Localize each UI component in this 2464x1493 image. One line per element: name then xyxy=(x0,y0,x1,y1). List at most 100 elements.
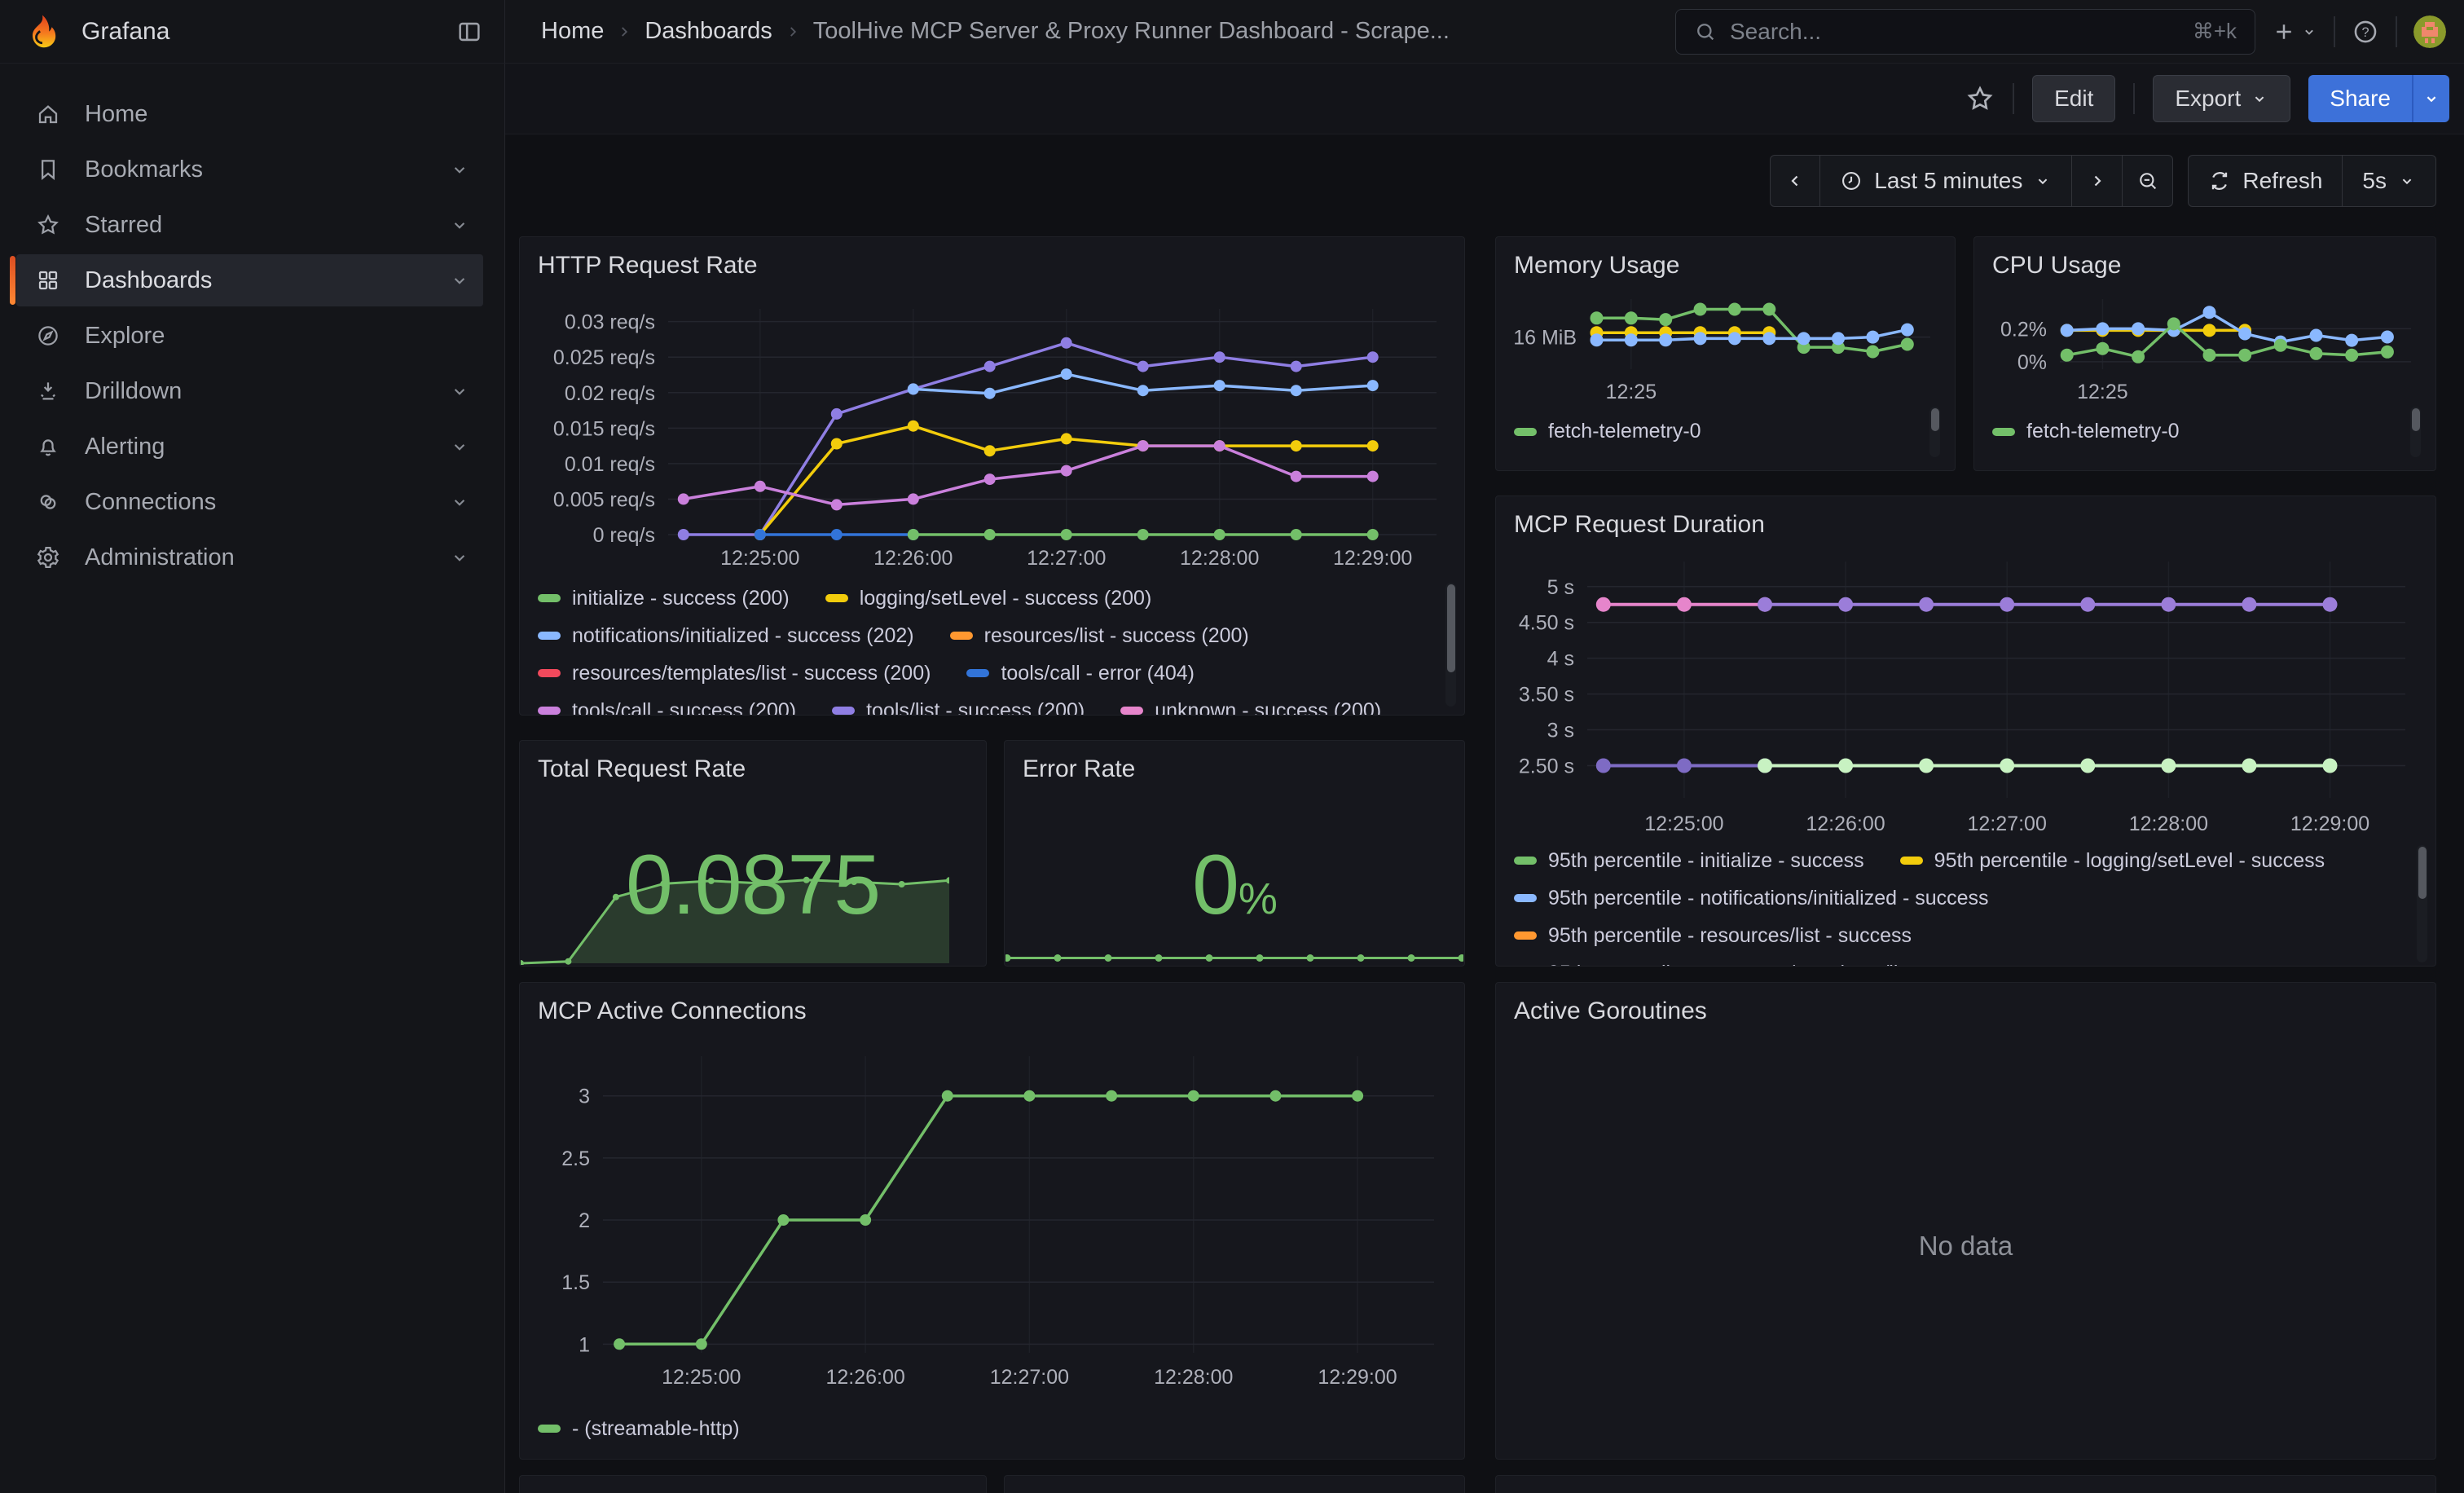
sidebar-item-label: Starred xyxy=(85,212,162,239)
sidebar-item-connections[interactable]: Connections xyxy=(16,476,483,528)
panel-total-request-rate: Total Request Rate 0.0875 xyxy=(519,740,987,967)
time-range-picker[interactable]: Last 5 minutes xyxy=(1820,155,2072,207)
chevron-down-icon[interactable] xyxy=(449,214,470,236)
sidebar-item-alerting[interactable]: Alerting xyxy=(16,421,483,473)
svg-text:12:28:00: 12:28:00 xyxy=(2129,813,2208,835)
legend-item[interactable]: tools/list - success (200) xyxy=(832,699,1085,716)
svg-text:12:25:00: 12:25:00 xyxy=(720,547,799,570)
home-icon xyxy=(36,102,60,126)
error-rate-unit: % xyxy=(1239,874,1277,923)
chevron-down-icon[interactable] xyxy=(449,436,470,457)
svg-text:4 s: 4 s xyxy=(1547,648,1574,671)
legend-scrollbar[interactable] xyxy=(2417,845,2427,962)
breadcrumb-home[interactable]: Home xyxy=(541,18,604,45)
topbar: Grafana Home Dashboards ToolHive MCP Ser… xyxy=(0,0,2464,64)
legend-item[interactable]: 95th percentile - resources/list - succe… xyxy=(1514,924,1912,948)
http-request-rate-chart[interactable]: 0 req/s0.005 req/s0.01 req/s0.015 req/s0… xyxy=(530,284,1453,571)
svg-text:12:28:00: 12:28:00 xyxy=(1180,547,1259,570)
edit-button[interactable]: Edit xyxy=(2032,75,2115,122)
mcp-active-connections-chart[interactable]: 11.522.5312:25:0012:26:0012:27:0012:28:0… xyxy=(530,1045,1454,1390)
refresh-group: Refresh 5s xyxy=(2188,155,2436,207)
breadcrumb-current-dashboard: ToolHive MCP Server & Proxy Runner Dashb… xyxy=(813,18,1450,45)
sidebar-item-drilldown[interactable]: Drilldown xyxy=(16,365,483,417)
panel-title[interactable]: Error Rate xyxy=(1005,741,1464,783)
legend-item[interactable]: initialize - success (200) xyxy=(538,587,790,610)
time-range-group: Last 5 minutes xyxy=(1770,155,2173,207)
share-button[interactable]: Share xyxy=(2308,75,2412,122)
refresh-button[interactable]: Refresh xyxy=(2188,155,2343,207)
panel-title[interactable]: MCP Request Duration xyxy=(1496,496,2435,539)
chevron-down-icon[interactable] xyxy=(449,491,470,513)
chevron-down-icon[interactable] xyxy=(449,381,470,402)
legend-item[interactable]: resources/templates/list - success (200) xyxy=(538,662,931,685)
panel-title[interactable]: CPU Usage xyxy=(1974,237,2435,280)
panel-title[interactable]: Total Request Rate xyxy=(520,741,986,783)
grafana-logo-icon[interactable] xyxy=(24,14,60,50)
search-input[interactable]: Search... ⌘+k xyxy=(1675,9,2255,55)
sidebar-item-dashboards[interactable]: Dashboards xyxy=(16,254,483,306)
sidebar-item-explore[interactable]: Explore xyxy=(16,310,483,362)
svg-text:5 s: 5 s xyxy=(1547,576,1574,599)
chevron-down-icon[interactable] xyxy=(449,270,470,291)
chevron-down-icon[interactable] xyxy=(449,547,470,568)
legend-scrollbar[interactable] xyxy=(1445,583,1456,707)
time-shift-forward-button[interactable] xyxy=(2072,155,2123,207)
legend-item[interactable]: 95th percentile - initialize - success xyxy=(1514,849,1864,873)
legend-scrollbar[interactable] xyxy=(2410,407,2421,457)
panel-title[interactable]: HTTP Request Rate xyxy=(520,237,1464,280)
svg-text:4.50 s: 4.50 s xyxy=(1519,612,1574,635)
time-range-label: Last 5 minutes xyxy=(1874,168,2022,194)
user-avatar[interactable] xyxy=(2413,15,2446,48)
zoom-out-button[interactable] xyxy=(2123,155,2173,207)
legend-item[interactable]: unknown - success (200) xyxy=(1120,699,1381,716)
legend-item[interactable]: tools/call - success (200) xyxy=(538,699,796,716)
chevron-down-icon[interactable] xyxy=(449,159,470,180)
memory-usage-chart[interactable]: 16 MiB12:25 xyxy=(1504,291,1947,405)
legend-item[interactable]: 95th percentile - logging/setLevel - suc… xyxy=(1900,849,2325,873)
compass-icon xyxy=(36,324,60,348)
share-menu-button[interactable] xyxy=(2412,75,2449,122)
sidebar-item-administration[interactable]: Administration xyxy=(16,531,483,584)
legend-item[interactable]: - (streamable-http) xyxy=(538,1417,740,1441)
help-icon[interactable]: ? xyxy=(2352,18,2379,46)
sidebar-toggle-icon[interactable] xyxy=(455,18,483,46)
panel-title[interactable]: MCP Active Connections xyxy=(520,983,1464,1025)
legend-item[interactable]: logging/setLevel - success (200) xyxy=(825,587,1152,610)
legend-color-chip xyxy=(538,1425,561,1433)
panel-title[interactable]: Active Goroutines xyxy=(1496,983,2435,1025)
legend-item[interactable]: fetch-telemetry-0 xyxy=(1992,420,2180,443)
breadcrumb-dashboards[interactable]: Dashboards xyxy=(645,18,772,45)
legend-item[interactable]: resources/list - success (200) xyxy=(950,624,1249,648)
sidebar-item-home[interactable]: Home xyxy=(16,88,483,140)
share-button-label: Share xyxy=(2330,86,2391,112)
error-rate-sparkline[interactable] xyxy=(1005,942,1463,965)
svg-text:12:27:00: 12:27:00 xyxy=(1027,547,1106,570)
legend-item[interactable]: 95th percentile - resources/templates/li… xyxy=(1514,962,2005,967)
bookmark-icon xyxy=(36,157,60,182)
panel-title[interactable]: Memory Usage xyxy=(1496,237,1955,280)
star-dashboard-button[interactable] xyxy=(1965,84,1995,113)
export-button[interactable]: Export xyxy=(2153,75,2290,122)
legend-item[interactable]: tools/call - error (404) xyxy=(966,662,1195,685)
panel-partial xyxy=(519,1475,987,1493)
time-controls: Last 5 minutes Refresh 5s xyxy=(1770,155,2436,207)
drilldown-icon xyxy=(36,379,60,403)
legend-scrollbar[interactable] xyxy=(1929,407,1940,457)
legend-item[interactable]: fetch-telemetry-0 xyxy=(1514,420,1701,443)
legend-item[interactable]: 95th percentile - notifications/initiali… xyxy=(1514,887,1989,910)
total-request-rate-sparkline[interactable] xyxy=(521,857,949,965)
refresh-label: Refresh xyxy=(2242,168,2322,194)
sidebar-item-bookmarks[interactable]: Bookmarks xyxy=(16,143,483,196)
time-shift-back-button[interactable] xyxy=(1770,155,1820,207)
export-button-label: Export xyxy=(2175,86,2241,112)
search-icon xyxy=(1694,20,1717,43)
panel-memory-usage: Memory Usage 16 MiB12:25 fetch-telemetry… xyxy=(1495,236,1956,471)
panel-http-request-rate: HTTP Request Rate 0 req/s0.005 req/s0.01… xyxy=(519,236,1465,716)
refresh-interval-picker[interactable]: 5s xyxy=(2343,155,2436,207)
sidebar-item-starred[interactable]: Starred xyxy=(16,199,483,251)
legend-item[interactable]: notifications/initialized - success (202… xyxy=(538,624,914,648)
cpu-usage-chart[interactable]: 0.2%0%12:25 xyxy=(1982,291,2427,405)
add-button[interactable] xyxy=(2272,20,2317,44)
mcp-request-duration-chart[interactable]: 5 s4.50 s4 s3.50 s3 s2.50 s12:25:0012:26… xyxy=(1506,544,2426,837)
panel-error-rate: Error Rate 0% xyxy=(1004,740,1465,967)
